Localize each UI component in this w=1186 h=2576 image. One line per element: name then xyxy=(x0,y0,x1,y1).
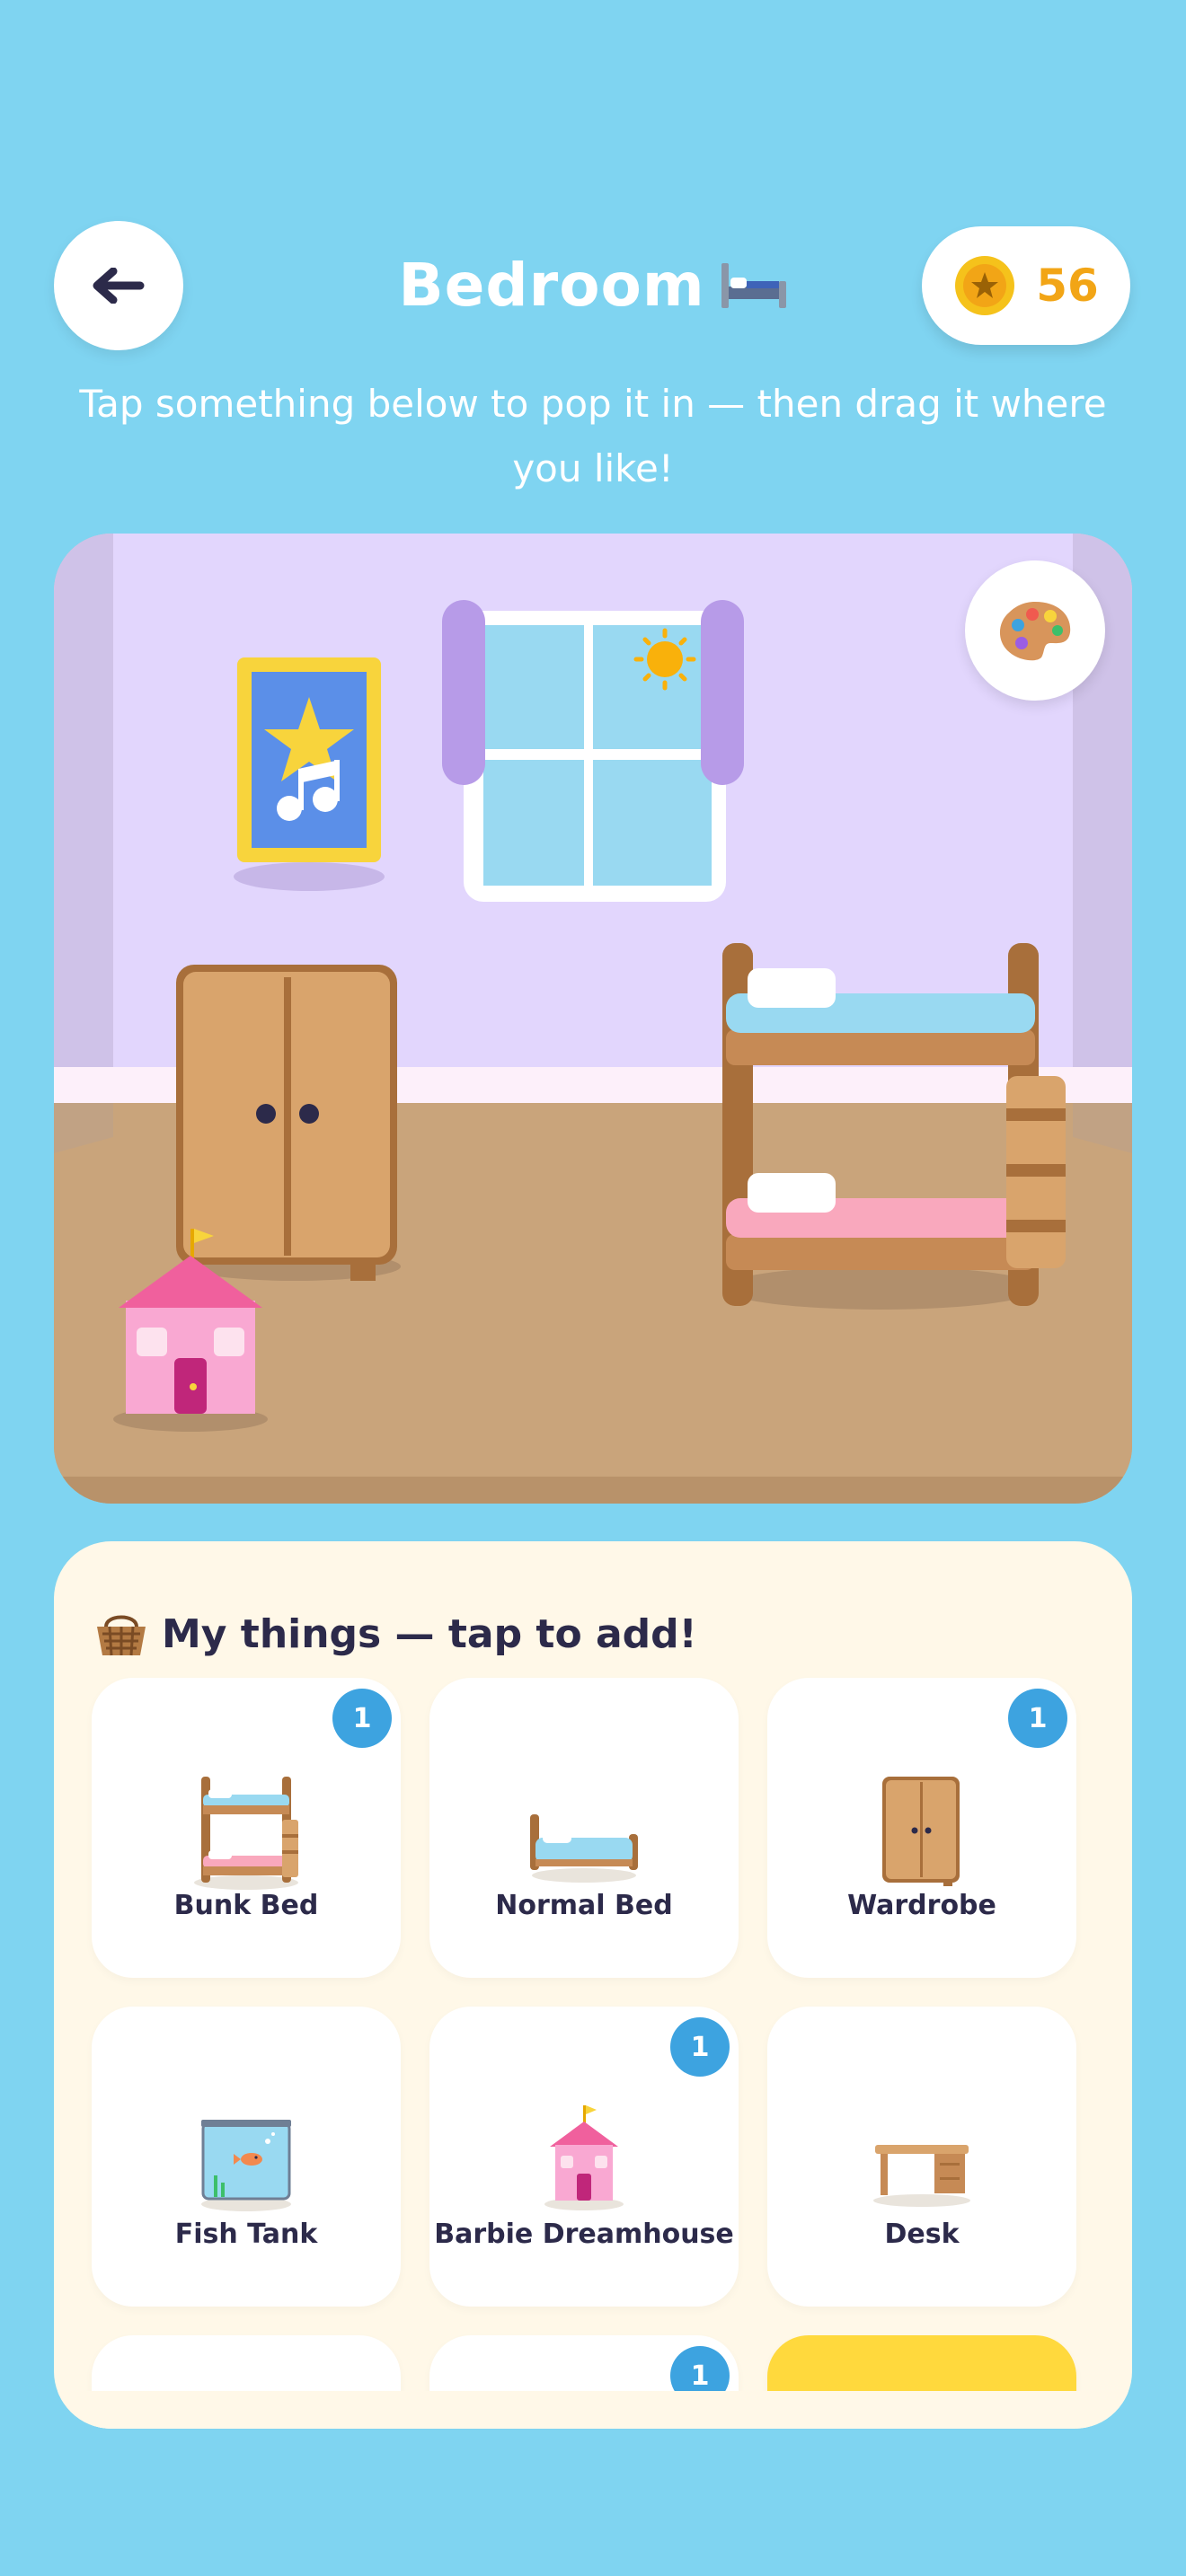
item-label: Wardrobe xyxy=(847,1890,996,1921)
curtain-right xyxy=(701,600,744,785)
curtain-left xyxy=(442,600,485,785)
item-label: Bunk Bed xyxy=(173,1890,319,1921)
panel-bottom-edge xyxy=(54,2391,1132,2429)
panel-title-text: My things — tap to add! xyxy=(162,1610,697,1657)
instruction-text: Tap something below to pop it in — then … xyxy=(79,382,1107,490)
palette-icon xyxy=(999,602,1071,661)
item-label: Normal Bed xyxy=(495,1890,673,1921)
my-things-panel: My things — tap to add! 1 Bunk Bed Norma… xyxy=(54,1541,1132,2429)
count-badge: 1 xyxy=(670,2017,730,2077)
house-window-left xyxy=(137,1328,167,1356)
page-title-text: Bedroom xyxy=(398,250,705,320)
coin-counter: 56 xyxy=(922,226,1130,345)
count-badge: 1 xyxy=(332,1689,392,1748)
item-card-barbie-dreamhouse[interactable]: 1 Barbie Dreamhouse xyxy=(429,2007,739,2307)
normal-bed-icon xyxy=(530,1814,638,1883)
panel-title: My things — tap to add! xyxy=(93,1595,697,1672)
left-side-wall xyxy=(54,534,113,1135)
window-pane-bl xyxy=(483,760,584,886)
item-card-bunk-bed[interactable]: 1 Bunk Bed xyxy=(92,1678,401,1978)
bunk-top-pillow xyxy=(748,968,836,1008)
item-card-wardrobe[interactable]: 1 Wardrobe xyxy=(767,1678,1076,1978)
paint-palette-button[interactable] xyxy=(965,560,1105,701)
bunk-shadow xyxy=(722,1266,1039,1310)
window-pane-tr xyxy=(593,625,712,749)
room-canvas[interactable] xyxy=(54,534,1132,1504)
page-title: Bedroom xyxy=(341,235,845,334)
wardrobe-divider xyxy=(284,977,291,1256)
item-label: Desk xyxy=(884,2219,960,2250)
wardrobe-foot xyxy=(350,1265,376,1281)
wardrobe-knob-right xyxy=(299,1104,319,1124)
desk-icon xyxy=(873,2145,970,2207)
window-pane-tl xyxy=(483,625,584,749)
fish-tank-icon xyxy=(201,2120,291,2211)
bunk-bottom-pillow xyxy=(748,1173,836,1213)
room-scene xyxy=(54,534,1132,1504)
coin-icon xyxy=(955,256,1015,315)
wardrobe-icon xyxy=(882,1777,960,1886)
house-window-right xyxy=(214,1328,244,1356)
bed-icon xyxy=(721,263,786,308)
item-card-fish-tank[interactable]: Fish Tank xyxy=(92,2007,401,2307)
bunk-bed-icon xyxy=(194,1777,298,1890)
basket-icon xyxy=(97,1615,146,1656)
back-button[interactable] xyxy=(54,221,183,350)
arrow-left-icon xyxy=(93,268,145,304)
floor-baseline xyxy=(54,1477,1132,1504)
dreamhouse-icon xyxy=(544,2105,624,2210)
frame-shadow xyxy=(234,862,385,891)
item-label: Fish Tank xyxy=(174,2219,318,2250)
wardrobe-knob-left xyxy=(256,1104,276,1124)
item-card-normal-bed[interactable]: Normal Bed xyxy=(429,1678,739,1978)
bunk-top-frame xyxy=(726,1029,1035,1065)
bunk-bottom-frame xyxy=(726,1234,1035,1270)
item-card-desk[interactable]: Desk xyxy=(767,2007,1076,2307)
window-pane-br xyxy=(593,760,712,886)
item-label: Barbie Dreamhouse xyxy=(434,2219,734,2250)
count-badge: 1 xyxy=(1008,1689,1067,1748)
coin-count: 56 xyxy=(1036,260,1099,312)
